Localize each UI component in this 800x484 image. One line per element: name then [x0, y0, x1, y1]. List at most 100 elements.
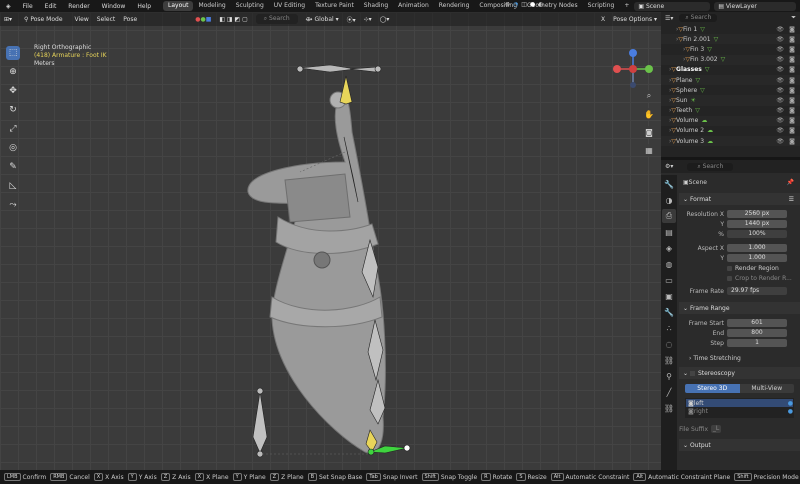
scale-tool[interactable]: ⤢ — [6, 122, 20, 136]
zoom-icon[interactable]: ⌕ — [643, 90, 655, 102]
property-field[interactable]: 800 — [727, 329, 787, 337]
preset-list-icon[interactable]: ☰ — [789, 196, 794, 203]
editor-type-icon[interactable]: ⊞▾ — [4, 16, 12, 23]
tab-rendering[interactable]: Rendering — [434, 1, 475, 11]
eye-icon[interactable]: 👁 — [776, 36, 784, 43]
gizmo-icon[interactable]: ⊛ — [505, 1, 510, 8]
transform-tool[interactable]: ◎ — [6, 141, 20, 155]
3d-viewport[interactable]: Right Orthographic (418) Armature : Foot… — [0, 12, 661, 470]
camera-icon[interactable]: ◙ — [789, 36, 795, 43]
eye-icon[interactable]: 👁 — [776, 127, 784, 134]
camera-icon[interactable]: ◙ — [789, 107, 795, 114]
camera-icon[interactable]: ◙ — [789, 26, 795, 33]
property-field[interactable]: 1440 px — [727, 220, 787, 228]
grid-icon[interactable]: ▦ — [643, 144, 655, 156]
data-tab-icon[interactable]: ⚲ — [662, 369, 676, 383]
menu-file[interactable]: File — [17, 3, 39, 10]
tool-tab-icon[interactable]: 🔧 — [662, 177, 676, 191]
property-field[interactable]: 2560 px — [727, 210, 787, 218]
outliner-row[interactable]: › ▽ Sun ☀ 👁 ◙ — [661, 95, 800, 106]
pin-icon[interactable]: 📌 — [787, 179, 794, 186]
add-workspace-button[interactable]: + — [619, 1, 634, 11]
tab-scripting[interactable]: Scripting — [583, 1, 620, 11]
stereo-3d-tab[interactable]: Stereo 3D — [685, 384, 740, 393]
mode-selector[interactable]: ⚲ Pose Mode — [20, 14, 67, 24]
outliner-search[interactable]: ⌕ Search — [679, 14, 718, 22]
multi-view-tab[interactable]: Multi-View — [739, 384, 794, 393]
solid-shading-icon[interactable]: ● — [530, 1, 535, 8]
properties-icon[interactable]: ⚙▾ — [665, 163, 673, 170]
camera-icon[interactable]: ◙ — [789, 56, 795, 63]
camera-icon[interactable]: ◙ — [643, 126, 655, 138]
view-left-row[interactable]: ◙ left ● — [686, 399, 793, 407]
snap-icon[interactable]: ⊹▾ — [364, 16, 372, 23]
tab-modeling[interactable]: Modeling — [193, 1, 230, 11]
select-box-tool[interactable]: ⬚ — [6, 46, 20, 60]
viewport-menu-view[interactable]: View — [75, 16, 89, 23]
tab-animation[interactable]: Animation — [393, 1, 434, 11]
camera-icon[interactable]: ◙ — [789, 46, 795, 53]
tab-uv-editing[interactable]: UV Editing — [269, 1, 310, 11]
view-right-row[interactable]: ◙ right ● — [686, 407, 793, 415]
overlay-icon[interactable]: ◔ — [513, 1, 518, 8]
eye-icon[interactable]: 👁 — [776, 138, 784, 145]
xray-icon[interactable]: ◫ — [521, 1, 527, 8]
bone-constraint-tab-icon[interactable]: ⛓ — [662, 401, 676, 415]
properties-search[interactable]: ⌕ Search — [687, 162, 734, 171]
camera-icon[interactable]: ◙ — [789, 97, 795, 104]
measure-tool[interactable]: ◺ — [6, 179, 20, 193]
pan-hand-icon[interactable]: ✋ — [643, 108, 655, 120]
tab-texture-paint[interactable]: Texture Paint — [310, 1, 359, 11]
rotate-tool[interactable]: ↻ — [6, 103, 20, 117]
viewport-search[interactable]: ⌕ Search — [255, 14, 298, 24]
outliner-row[interactable]: › ▽ Volume ☁ 👁 ◙ — [661, 115, 800, 126]
output-tab-icon[interactable]: ⎙ — [662, 209, 676, 223]
stereoscopy-panel-header[interactable]: ⌄ Stereoscopy — [679, 367, 800, 379]
cursor-tool[interactable]: ⊕ — [6, 65, 20, 79]
camera-icon[interactable]: ◙ — [789, 87, 795, 94]
format-panel-header[interactable]: ⌄ Format ☰ — [679, 193, 800, 205]
modifier-tab-icon[interactable]: 🔧 — [662, 305, 676, 319]
outliner-row[interactable]: › ▽ Plane ▽ 👁 ◙ — [661, 74, 800, 86]
tab-shading[interactable]: Shading — [359, 1, 393, 11]
output-panel-header[interactable]: ⌄ Output — [679, 439, 800, 451]
eye-icon[interactable]: 👁 — [776, 56, 784, 63]
particles-tab-icon[interactable]: ∴ — [662, 321, 676, 335]
outliner-row[interactable]: › ▽ Sphere ▽ 👁 ◙ — [661, 85, 800, 95]
menu-render[interactable]: Render — [62, 3, 95, 10]
enabled-icon[interactable]: ● — [788, 408, 793, 415]
view-layer-tab-icon[interactable]: ▤ — [662, 225, 676, 239]
constraints-tab-icon[interactable]: ⛓ — [662, 353, 676, 367]
property-field[interactable]: 1.000 — [727, 254, 787, 262]
eye-icon[interactable]: 👁 — [776, 87, 784, 94]
axis-x-toggle[interactable]: X — [601, 16, 605, 23]
property-field[interactable]: 1 — [727, 339, 787, 347]
annotate-tool[interactable]: ✎ — [6, 160, 20, 174]
outliner-row[interactable]: › ▽ Teeth ▽ 👁 ◙ — [661, 106, 800, 116]
visibility-toggles[interactable]: ◧ ◨ ◩ ▢ — [219, 16, 247, 23]
tab-layout[interactable]: Layout — [163, 1, 194, 11]
outliner-row[interactable]: › ▽ Glasses ▽ 👁 ◙ — [661, 65, 800, 75]
menu-edit[interactable]: Edit — [39, 3, 63, 10]
proportional-edit-icon[interactable]: ◯▾ — [380, 16, 390, 23]
filter-icon[interactable]: ⏷ — [791, 14, 796, 22]
navigation-gizmo[interactable] — [611, 47, 655, 91]
viewport-menu-select[interactable]: Select — [97, 16, 116, 23]
material-shading-icon[interactable]: ◐ — [538, 1, 543, 8]
crop-checkbox[interactable] — [727, 275, 732, 281]
eye-icon[interactable]: 👁 — [776, 46, 784, 53]
outliner-row[interactable]: › ▽ Volume 3 ☁ 👁 ◙ — [661, 136, 800, 147]
bone-tab-icon[interactable]: ╱ — [662, 385, 676, 399]
camera-icon[interactable]: ◙ — [789, 117, 795, 124]
eye-icon[interactable]: 👁 — [776, 77, 784, 84]
blender-logo-icon[interactable]: ◈ — [0, 3, 17, 10]
move-tool[interactable]: ✥ — [6, 84, 20, 98]
eye-icon[interactable]: 👁 — [776, 26, 784, 33]
eye-icon[interactable]: 👁 — [776, 107, 784, 114]
frame-range-panel-header[interactable]: ⌄ Frame Range — [679, 302, 800, 314]
object-tab-icon[interactable]: ▣ — [662, 289, 676, 303]
orientation-selector[interactable]: ⟴ Global ▾ — [306, 16, 339, 23]
outliner-row[interactable]: › ▽ Fin 3.002 ▽ 👁 ◙ — [661, 54, 800, 65]
outliner-row[interactable]: › ▽ Fin 1 ▽ 👁 ◙ — [661, 24, 800, 34]
collection-tab-icon[interactable]: ▭ — [662, 273, 676, 287]
